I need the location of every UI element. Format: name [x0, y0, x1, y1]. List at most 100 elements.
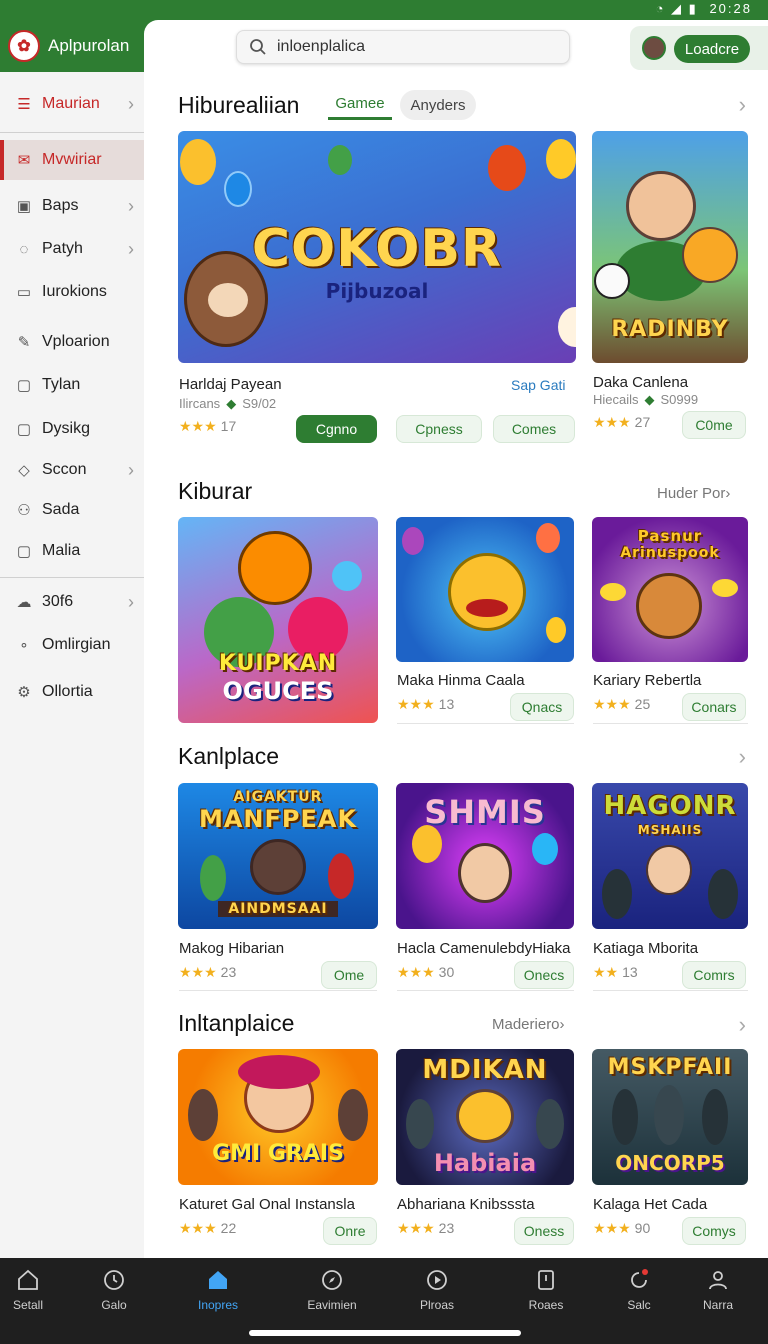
game-button[interactable]: Comys — [682, 1217, 746, 1245]
sidebar-item-label: Patyh — [42, 240, 83, 257]
see-more-link[interactable]: Maderiero› — [492, 1016, 565, 1033]
divider — [0, 577, 144, 578]
nav-label: Roaes — [528, 1298, 564, 1312]
chevron-right-icon[interactable]: › — [739, 1012, 746, 1038]
sidebar-item-label: Sccon — [42, 461, 87, 478]
sidebar-item-vploarion[interactable]: ✎ Vploarion — [0, 322, 144, 362]
see-more-link[interactable]: Huder Por› — [657, 485, 730, 502]
side-button[interactable]: C0me — [682, 411, 746, 439]
nav-item-eavimien[interactable]: Eavimien — [300, 1268, 364, 1312]
load-button[interactable]: Loadcre — [674, 35, 750, 63]
sidebar-item-label: Malia — [42, 542, 81, 559]
game-thumbnail[interactable] — [396, 517, 574, 662]
rating-value: 27 — [634, 414, 651, 430]
nav-item-roaes[interactable]: Roaes — [514, 1268, 578, 1312]
tab-gamee[interactable]: Gamee — [328, 90, 392, 120]
nav-item-plroas[interactable]: Plroas — [405, 1268, 469, 1312]
chevron-right-icon[interactable]: › — [739, 744, 746, 770]
art-title: AIGAKTUR — [233, 789, 323, 805]
hero-game-thumbnail[interactable]: COKOBR Pijbuzoal — [178, 131, 576, 363]
sidebar-item-maurian[interactable]: ☰ Maurian › — [0, 84, 144, 124]
rating-value: 23 — [438, 1220, 455, 1236]
sidebar-item-30f6[interactable]: ☁ 30f6 › — [0, 582, 144, 622]
game-name[interactable]: Abhariana Knibsssta — [397, 1196, 535, 1213]
game-button[interactable]: Ome — [321, 961, 377, 989]
status-bar: ◔ ◢ ▮ 20:28 — [0, 0, 768, 20]
sidebar-item-label: Dysikg — [42, 420, 91, 437]
sidebar-item-sccon[interactable]: ◇ Sccon › — [0, 450, 144, 490]
nav-item-setall[interactable]: Setall — [0, 1268, 60, 1312]
sidebar-item-patyh[interactable]: ◌ Patyh › — [0, 229, 144, 269]
sidebar-item-ollortia[interactable]: ⚙ Ollortia — [0, 672, 144, 712]
nav-item-galo[interactable]: Galo — [82, 1268, 146, 1312]
avatar[interactable] — [642, 36, 666, 60]
sidebar-item-sada[interactable]: ⚇ Sada — [0, 490, 144, 530]
game-thumbnail[interactable]: SHMIS — [396, 783, 574, 929]
art-title: MDIKAN — [422, 1055, 548, 1085]
home-indicator[interactable] — [249, 1330, 521, 1336]
section-title: Kiburar — [178, 478, 253, 504]
search-input[interactable] — [277, 38, 537, 56]
nav-item-inopres[interactable]: Inopres — [186, 1268, 250, 1312]
search-bar[interactable] — [236, 30, 570, 64]
game-name[interactable]: Makog Hibarian — [179, 940, 284, 957]
square-icon: ▣ — [16, 198, 32, 215]
sidebar-item-malia[interactable]: ▢ Malia — [0, 531, 144, 571]
game-button[interactable]: Qnacs — [510, 693, 574, 721]
game-thumbnail[interactable]: AIGAKTUR MANFPEAK AINDMSAAI — [178, 783, 378, 929]
user-box: Loadcre — [630, 26, 768, 70]
section-title: Kanlplace — [178, 743, 280, 769]
game-name[interactable]: Katiaga Mborita — [593, 940, 698, 957]
game-rating: ★★★ 30 — [397, 964, 455, 980]
side-game-thumbnail[interactable]: RADINBY — [592, 131, 748, 363]
nav-item-salc[interactable]: Salc — [607, 1268, 671, 1312]
game-thumbnail[interactable]: MDIKAN Habiaia — [396, 1049, 574, 1185]
game-thumbnail[interactable]: HAGONR MSHAIIS — [592, 783, 748, 929]
game-button[interactable]: Comrs — [682, 961, 746, 989]
game-name[interactable]: Kariary Rebertla — [593, 672, 701, 689]
sidebar-item-dysikg[interactable]: ▢ Dysikg — [0, 409, 144, 449]
divider — [179, 990, 377, 991]
tab-anyders[interactable]: Anyders — [400, 90, 476, 120]
game-name[interactable]: Katuret Gal Onal Instansla — [179, 1196, 355, 1213]
hero-art-title: COKOBR — [251, 219, 503, 279]
game-thumbnail[interactable]: Pasnur Arinuspook — [592, 517, 748, 662]
art-subtitle: MSHAIIS — [637, 823, 703, 837]
game-button[interactable]: Onre — [323, 1217, 377, 1245]
chevron-right-icon: › — [128, 195, 134, 216]
side-game-subtitle: Hiecails ◆ S0999 — [593, 392, 698, 408]
hero-tertiary-button[interactable]: Comes — [493, 415, 575, 443]
rating-value: 30 — [438, 964, 455, 980]
nav-item-narra[interactable]: Narra — [686, 1268, 750, 1312]
game-thumbnail[interactable]: GMI GRAIS — [178, 1049, 378, 1185]
game-name[interactable]: Kalaga Het Cada — [593, 1196, 707, 1213]
game-thumbnail[interactable]: MSKPFAII ONCORP5 — [592, 1049, 748, 1185]
box-icon: ▢ — [16, 543, 32, 560]
art-banner: AINDMSAAI — [218, 901, 338, 917]
game-button[interactable]: Conars — [682, 693, 746, 721]
hero-game-subtitle: Ilircans ◆ S9/02 — [179, 396, 276, 412]
game-name[interactable]: Hacla CamenulebdyHiaka — [397, 940, 570, 957]
nav-label: Plroas — [419, 1298, 454, 1312]
chevron-right-icon[interactable]: › — [739, 92, 746, 118]
hero-primary-button[interactable]: Cgnno — [296, 415, 377, 443]
art-title: HAGONR — [603, 791, 737, 821]
sidebar-item-label: Ollortia — [42, 683, 93, 700]
sidebar-item-iurokions[interactable]: ▭ Iurokions — [0, 272, 144, 312]
app-logo-icon[interactable]: ✿ — [8, 30, 40, 62]
sidebar-item-omlirgian[interactable]: ∘ Omlirgian — [0, 625, 144, 665]
game-button[interactable]: Onecs — [514, 961, 574, 989]
chevron-right-icon: › — [128, 459, 134, 480]
sidebar-item-baps[interactable]: ▣ Baps › — [0, 186, 144, 226]
sidebar-item-mvwiriar[interactable]: ✉ Mvwiriar — [0, 140, 144, 180]
game-name[interactable]: Maka Hinma Caala — [397, 672, 525, 689]
hero-link[interactable]: Sap Gati — [511, 377, 565, 393]
side-game-name[interactable]: Daka Canlena — [593, 374, 688, 391]
game-thumbnail[interactable]: KUIPKAN OGUCES — [178, 517, 378, 723]
box-icon: ▢ — [16, 377, 32, 394]
hero-game-name[interactable]: Harldaj Payean — [179, 376, 282, 393]
sidebar-item-tylan[interactable]: ▢ Tylan — [0, 365, 144, 405]
hero-secondary-button[interactable]: Cpness — [396, 415, 482, 443]
game-button[interactable]: Oness — [514, 1217, 574, 1245]
signal-icon: ◢ — [671, 1, 684, 16]
